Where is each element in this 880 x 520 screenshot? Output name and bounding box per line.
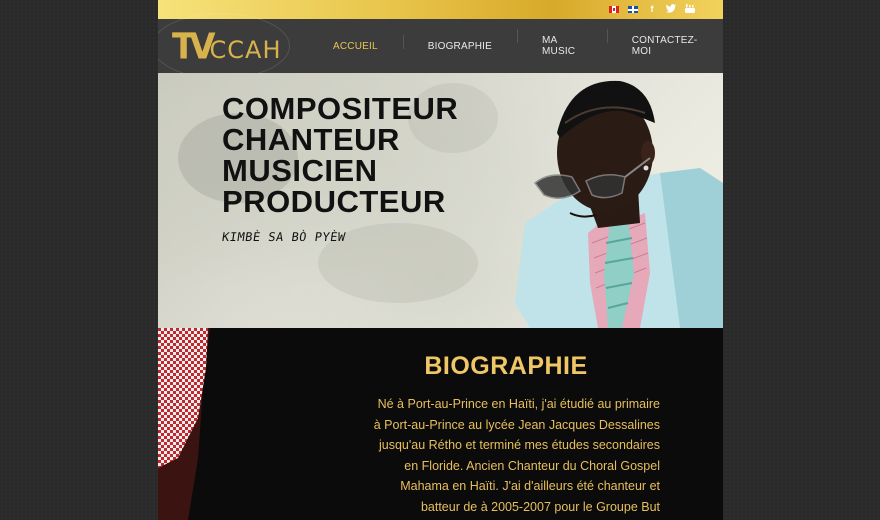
facebook-icon[interactable]: f (647, 5, 657, 14)
bio-line: jusqu'au Rétho et terminé mes études sec… (378, 438, 660, 452)
hero-headline: COMPOSITEUR CHANTEUR MUSICIEN PRODUCTEUR (222, 93, 458, 217)
main-navbar: TVCCAH ACCUEIL BIOGRAPHIE MA MUSIC CONTA… (158, 13, 723, 79)
quebec-flag-icon[interactable] (628, 6, 638, 13)
logo-wordmark: CCAH (209, 36, 282, 64)
hero-line-compositeur: COMPOSITEUR (222, 91, 459, 126)
hero-line-producteur: PRODUCTEUR (222, 184, 446, 219)
nav-item-contactez-moi[interactable]: CONTACTEZ-MOI (606, 29, 723, 57)
bio-line: Né à Port-au-Prince en Haïti, j'ai étudi… (377, 397, 660, 411)
bio-heading: BIOGRAPHIE (424, 352, 588, 380)
top-bar-links: f (609, 4, 695, 15)
twitter-icon[interactable] (666, 4, 676, 15)
artist-portrait-image (515, 80, 723, 328)
canada-flag-icon[interactable] (609, 6, 619, 13)
youtube-icon[interactable] (685, 4, 695, 15)
bio-line: batteur de à 2005-2007 pour le Groupe Bu… (420, 499, 660, 514)
hero-line-musicien: MUSICIEN (222, 153, 378, 188)
bio-line: en Floride. Ancien Chanteur du Choral Go… (404, 458, 660, 473)
nav-item-accueil[interactable]: ACCUEIL (308, 41, 403, 52)
nav-menu: ACCUEIL BIOGRAPHIE MA MUSIC CONTACTEZ-MO… (308, 19, 723, 73)
hero-line-chanteur: CHANTEUR (222, 122, 400, 157)
nav-item-ma-music[interactable]: MA MUSIC (517, 29, 607, 57)
sleeve-image (158, 328, 210, 520)
nav-item-biographie[interactable]: BIOGRAPHIE (402, 34, 517, 52)
biography-section: BIOGRAPHIE Né à Port-au-Prince en Haïti,… (158, 328, 723, 520)
site-logo[interactable]: TVCCAH (172, 26, 282, 68)
bio-line: Mahama en Haïti. J'ai d'ailleurs été cha… (400, 479, 660, 493)
logo-mark: TV (172, 26, 215, 68)
bio-line: à Port-au-Prince au lycée Jean Jacques D… (373, 417, 660, 432)
hero-tagline: KIMBÈ SA BÒ PYÈW (221, 230, 347, 244)
hero-banner: COMPOSITEUR CHANTEUR MUSICIEN PRODUCTEUR… (158, 73, 723, 328)
site-container: f TVCCAH ACCUEIL BIOGRAPHIE MA MUSIC CON… (158, 0, 723, 520)
bio-paragraph: Né à Port-au-Prince en Haïti, j'ai étudi… (363, 394, 660, 517)
